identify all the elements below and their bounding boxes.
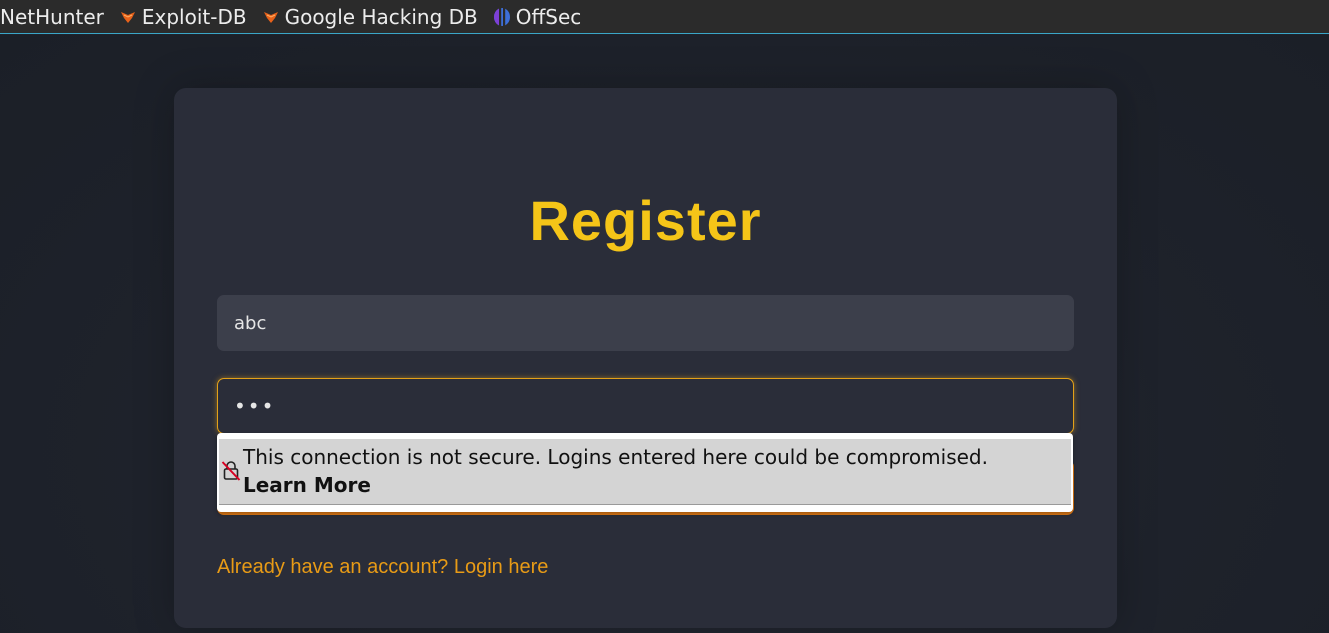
username-input[interactable]: abc [217, 295, 1074, 351]
bookmark-label: NetHunter [0, 4, 104, 29]
bookmark-google-hacking-db[interactable]: Google Hacking DB [261, 5, 478, 29]
password-input[interactable]: ••• [217, 378, 1074, 434]
learn-more-link[interactable]: Learn More [243, 471, 988, 499]
warning-text-block: This connection is not secure. Logins en… [243, 443, 988, 499]
register-card: Register abc ••• This connection is not … [174, 88, 1117, 628]
page-body: Register abc ••• This connection is not … [0, 35, 1329, 633]
offsec-icon [492, 7, 512, 27]
bookmark-offsec[interactable]: OffSec [492, 4, 582, 29]
login-link[interactable]: Already have an account? Login here [217, 556, 548, 579]
insecure-lock-icon [221, 459, 241, 481]
bookmarks-toolbar: NetHunter Exploit-DB Google Hacking DB O… [0, 0, 1329, 34]
insecure-login-warning-popup: This connection is not secure. Logins en… [217, 433, 1073, 512]
bookmark-label: Exploit-DB [141, 4, 247, 29]
bookmark-nethunter[interactable]: NetHunter [0, 5, 104, 29]
bookmark-label: Google Hacking DB [284, 4, 478, 29]
insecure-login-warning[interactable]: This connection is not secure. Logins en… [219, 439, 1071, 505]
warning-message: This connection is not secure. Logins en… [243, 445, 988, 469]
page-title: Register [529, 189, 762, 252]
exploit-db-icon [261, 7, 281, 27]
exploit-db-icon [118, 7, 138, 27]
bookmark-exploit-db[interactable]: Exploit-DB [118, 5, 247, 29]
bookmark-label: OffSec [515, 4, 582, 29]
